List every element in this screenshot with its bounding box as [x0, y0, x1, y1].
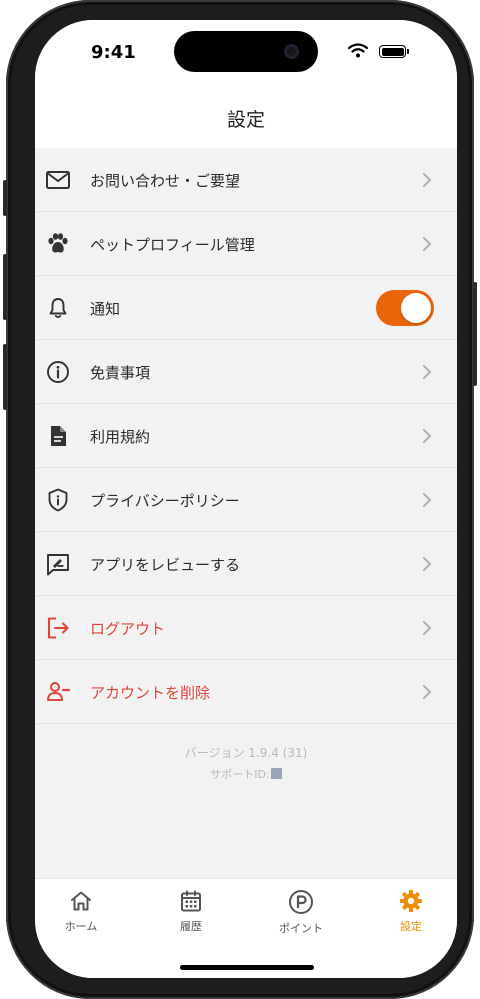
support-id-line: サポートID:: [35, 764, 457, 786]
chevron-right-icon: [423, 557, 431, 571]
status-time: 9:41: [91, 42, 136, 63]
settings-item-label: 通知: [90, 300, 121, 318]
settings-item-label: 免責事項: [90, 364, 151, 382]
action-button: [3, 180, 7, 216]
screen: 9:41 設定 お問い合わせ・ご要望 ペットプロフィール管理 通知 免責事項 利…: [35, 20, 457, 978]
chevron-right-icon: [423, 365, 431, 379]
settings-item-label: プライバシーポリシー: [90, 492, 240, 510]
calendar-icon: [181, 890, 201, 912]
tab-label: ポイント: [279, 922, 323, 935]
gear-icon: [400, 890, 422, 912]
home-indicator: [180, 965, 314, 970]
chevron-right-icon: [423, 429, 431, 443]
home-icon: [71, 891, 91, 911]
version-text: バージョン 1.9.4 (31): [184, 746, 308, 760]
tab-history[interactable]: 履歴: [151, 889, 231, 949]
dynamic-island: [174, 31, 318, 72]
settings-item-notifications: 通知: [35, 276, 457, 340]
settings-item-disclaimer[interactable]: 免責事項: [35, 340, 457, 404]
logout-icon: [47, 617, 69, 639]
settings-item-label: ペットプロフィール管理: [90, 236, 255, 254]
shield-icon: [48, 488, 68, 512]
tab-settings[interactable]: 設定: [371, 889, 451, 949]
settings-item-label: お問い合わせ・ご要望: [90, 172, 241, 190]
volume-down-button: [3, 344, 7, 410]
mail-icon: [46, 171, 70, 189]
status-bar: 9:41: [35, 20, 457, 86]
chevron-right-icon: [423, 173, 431, 187]
info-icon: [47, 361, 69, 383]
wifi-icon: [348, 43, 368, 58]
support-id-value: [270, 768, 282, 779]
app-info-footer: バージョン 1.9.4 (31) サポートID:: [35, 742, 457, 786]
settings-item-privacy[interactable]: プライバシーポリシー: [35, 468, 457, 532]
tab-points[interactable]: ポイント: [261, 889, 341, 949]
review-icon: [47, 554, 69, 576]
settings-item-label: ログアウト: [90, 620, 166, 638]
paw-icon: [48, 233, 68, 253]
camera-icon: [284, 44, 299, 59]
chevron-right-icon: [423, 237, 431, 251]
settings-item-label: 利用規約: [90, 428, 151, 446]
battery-icon: [379, 45, 409, 58]
settings-item-label: アプリをレビューする: [90, 556, 241, 574]
settings-item-review[interactable]: アプリをレビューする: [35, 532, 457, 596]
chevron-right-icon: [423, 685, 431, 699]
settings-item-logout[interactable]: ログアウト: [35, 596, 457, 660]
support-id-label: サポートID:: [210, 768, 270, 781]
settings-item-pet-profile[interactable]: ペットプロフィール管理: [35, 212, 457, 276]
phone-frame: 9:41 設定 お問い合わせ・ご要望 ペットプロフィール管理 通知 免責事項 利…: [3, 0, 477, 999]
settings-item-label: アカウントを削除: [90, 684, 211, 702]
notification-toggle[interactable]: [376, 290, 434, 326]
nav-bar: 設定: [35, 86, 457, 148]
bell-icon: [49, 298, 67, 319]
tab-label: 履歴: [180, 920, 202, 933]
tab-bar: ホーム 履歴 ポイント 設定: [35, 878, 457, 978]
page-title: 設定: [226, 109, 265, 131]
document-icon: [51, 426, 66, 446]
toggle-knob: [401, 293, 431, 323]
settings-list: お問い合わせ・ご要望 ペットプロフィール管理 通知 免責事項 利用規約 プライバ…: [35, 148, 457, 724]
settings-item-delete-account[interactable]: アカウントを削除: [35, 660, 457, 724]
chevron-right-icon: [423, 493, 431, 507]
settings-item-contact[interactable]: お問い合わせ・ご要望: [35, 148, 457, 212]
tab-home[interactable]: ホーム: [41, 889, 121, 949]
volume-up-button: [3, 254, 7, 320]
tab-label: ホーム: [64, 920, 98, 933]
remove-user-icon: [47, 682, 71, 701]
points-icon: [289, 890, 313, 914]
chevron-right-icon: [423, 621, 431, 635]
tab-label: 設定: [400, 920, 422, 933]
power-button: [473, 282, 477, 386]
settings-item-terms[interactable]: 利用規約: [35, 404, 457, 468]
